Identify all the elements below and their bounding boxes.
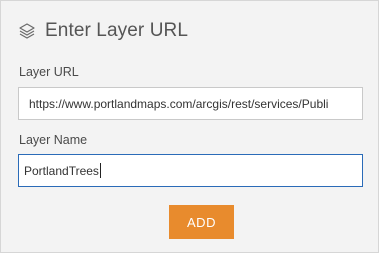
layer-url-value: https://www.portlandmaps.com/arcgis/rest… — [29, 96, 329, 111]
layer-name-label: Layer Name — [19, 133, 88, 147]
layers-icon — [18, 22, 36, 40]
panel-header: Enter Layer URL — [18, 18, 188, 44]
text-cursor — [99, 163, 101, 178]
enter-layer-url-panel: Enter Layer URL Layer URL https://www.po… — [0, 0, 379, 253]
layer-name-value: PortlandTrees — [24, 163, 99, 178]
layer-url-input[interactable]: https://www.portlandmaps.com/arcgis/rest… — [18, 87, 363, 120]
add-button[interactable]: ADD — [169, 205, 234, 239]
panel-title: Enter Layer URL — [45, 20, 189, 41]
layer-name-input[interactable]: PortlandTrees — [18, 154, 363, 187]
layer-url-label: Layer URL — [19, 65, 79, 79]
